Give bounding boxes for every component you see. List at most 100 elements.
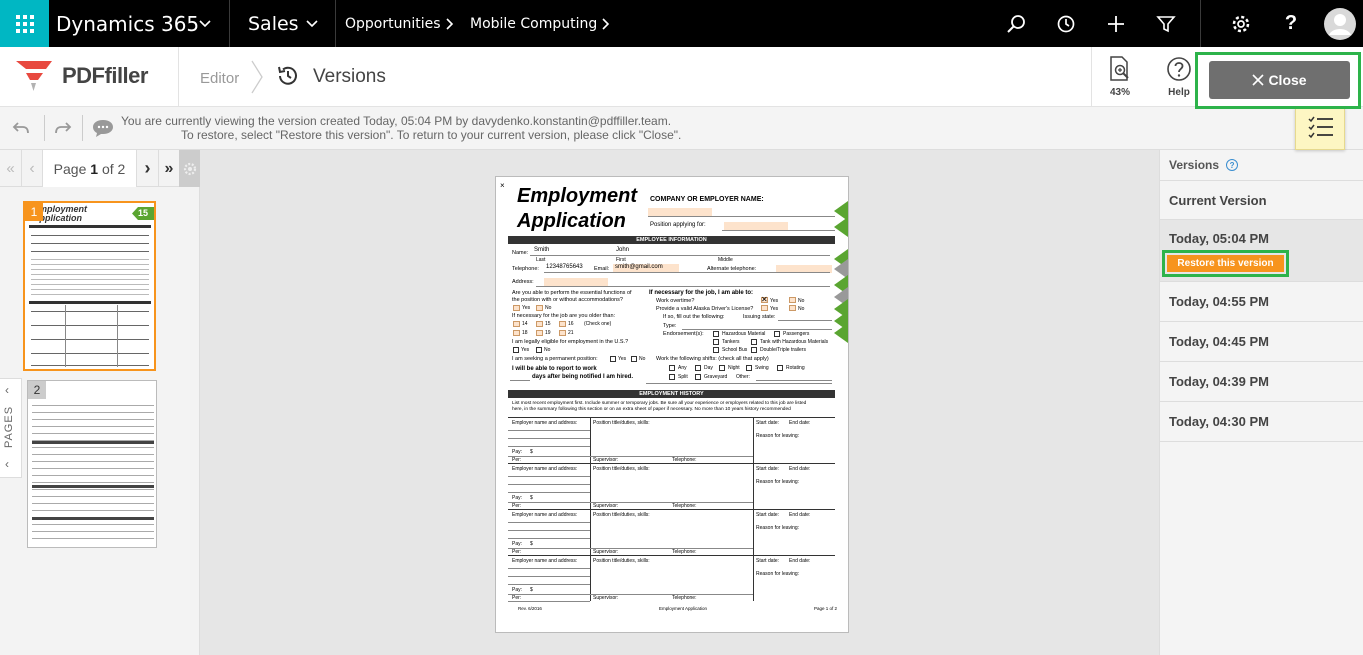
q-legal: I am legally eligible for employment in … xyxy=(512,339,629,345)
thumbnail-fields-badge: 15 xyxy=(132,207,154,220)
start-date-label: Start date: xyxy=(756,512,780,518)
able-yes-checkbox[interactable] xyxy=(513,305,520,311)
version-item[interactable]: Today, 04:55 PM xyxy=(1160,282,1363,322)
endorse-checkbox[interactable] xyxy=(751,339,757,345)
editor-link[interactable]: Editor xyxy=(200,70,239,87)
telephone-value[interactable]: 12348765643 xyxy=(546,264,583,270)
version-message-bar: You are currently viewing the version cr… xyxy=(0,107,1363,150)
shift-checkbox[interactable] xyxy=(695,365,701,371)
module-chevron-down-icon[interactable] xyxy=(288,0,336,47)
reason-label: Reason for leaving: xyxy=(756,525,800,531)
shift-checkbox[interactable] xyxy=(719,365,725,371)
legal-no-checkbox[interactable] xyxy=(536,347,542,353)
dynamics-top-bar: Dynamics 365 Sales Opportunities Mobile … xyxy=(0,0,1363,47)
legal-yes-checkbox[interactable] xyxy=(513,347,519,353)
version-item-selected[interactable]: Today, 05:04 PM Restore this version xyxy=(1160,220,1363,282)
breadcrumb-chevron-right-icon[interactable] xyxy=(586,0,626,47)
doc-close-icon[interactable]: × xyxy=(500,181,505,190)
shift-checkbox[interactable] xyxy=(669,365,675,371)
shifts-question: Work the following shifts: (check all th… xyxy=(656,356,769,362)
report-1: I will be able to report to work xyxy=(512,366,597,372)
shift-checkbox[interactable] xyxy=(695,374,701,380)
endorse-checkbox[interactable] xyxy=(713,339,719,345)
employer-label: Employer name and address: xyxy=(512,420,578,426)
versions-info-icon[interactable]: ? xyxy=(1226,159,1239,171)
age-checkbox[interactable] xyxy=(536,321,543,327)
last-label: Last xyxy=(536,257,546,263)
overtime-no-checkbox[interactable] xyxy=(789,297,796,303)
shift-checkbox[interactable] xyxy=(746,365,752,371)
position-field[interactable] xyxy=(724,222,788,230)
endorse-checkbox[interactable] xyxy=(774,331,780,337)
restore-version-button[interactable]: Restore this version xyxy=(1167,255,1284,272)
avatar[interactable] xyxy=(1316,0,1363,47)
endorse-checkbox[interactable] xyxy=(713,331,719,337)
perm-no-checkbox[interactable] xyxy=(631,356,637,362)
plus-icon[interactable] xyxy=(1092,0,1140,47)
app-chevron-down-icon[interactable] xyxy=(181,0,229,47)
shift-checkbox[interactable] xyxy=(669,374,675,380)
breadcrumb-opportunities[interactable]: Opportunities xyxy=(345,0,441,47)
version-item[interactable]: Today, 04:39 PM xyxy=(1160,362,1363,402)
undo-icon[interactable] xyxy=(12,120,30,136)
address-field[interactable] xyxy=(544,278,608,286)
license-no-checkbox[interactable] xyxy=(789,305,796,311)
app-launcher-button[interactable] xyxy=(0,0,49,47)
endorse-label: Endorsement(s): xyxy=(663,331,704,337)
last-name-value[interactable]: Smith xyxy=(534,247,549,253)
checklist-button[interactable] xyxy=(1295,108,1345,150)
footer-right: Page 1 of 2 xyxy=(814,606,838,611)
zoom-button[interactable]: 43% xyxy=(1098,56,1142,100)
close-highlight: Close xyxy=(1195,52,1361,109)
endorse-passengers: Passengers xyxy=(783,331,810,337)
age-checkbox[interactable] xyxy=(513,321,520,327)
help-button[interactable]: Help xyxy=(1158,56,1200,100)
company-field[interactable] xyxy=(648,208,712,216)
age-checkbox[interactable] xyxy=(513,330,520,336)
filter-icon[interactable] xyxy=(1142,0,1190,47)
version-item-current[interactable]: Current Version xyxy=(1160,181,1363,220)
next-page-icon[interactable]: › xyxy=(137,150,158,187)
age-checkbox[interactable] xyxy=(559,330,566,336)
page-indicator[interactable]: Page 1 of 2 xyxy=(42,150,137,187)
prev-page-icon[interactable]: ‹ xyxy=(21,150,42,187)
age-16: 16 xyxy=(568,321,574,327)
first-name-value[interactable]: John xyxy=(616,247,629,253)
redo-icon[interactable] xyxy=(54,120,72,136)
recent-history-icon[interactable] xyxy=(1042,0,1090,47)
versions-panel: Versions ? Current Version Today, 05:04 … xyxy=(1159,150,1363,655)
first-page-icon[interactable]: « xyxy=(0,150,21,187)
able-no-checkbox[interactable] xyxy=(536,305,543,311)
first-label: First xyxy=(616,257,626,263)
shift-graveyard: Graveyard xyxy=(704,374,728,380)
app-name[interactable]: Dynamics 365 xyxy=(56,0,199,47)
employer-label: Employer name and address: xyxy=(512,512,578,518)
search-icon[interactable] xyxy=(992,0,1040,47)
pdffiller-logo: PDFfiller xyxy=(16,61,148,91)
pages-side-tab[interactable]: ‹ PAGES ‹ xyxy=(0,378,22,478)
age-15: 15 xyxy=(545,321,551,327)
pager-settings-icon[interactable] xyxy=(179,150,200,187)
close-button[interactable]: Close xyxy=(1209,61,1350,99)
version-message-line1: You are currently viewing the version cr… xyxy=(121,114,672,128)
position-duties-label: Position title/duties, skills: xyxy=(593,512,650,518)
license-yes-checkbox[interactable] xyxy=(761,305,768,311)
version-item[interactable]: Today, 04:45 PM xyxy=(1160,322,1363,362)
shift-checkbox[interactable] xyxy=(777,365,783,371)
breadcrumb-mobile-computing[interactable]: Mobile Computing xyxy=(470,0,597,47)
q-able-2: the position with or without accommodati… xyxy=(512,297,623,303)
page-thumbnail-1[interactable]: 1 15 Employment Application xyxy=(23,201,156,371)
gear-icon[interactable] xyxy=(1217,0,1265,47)
endorse-checkbox[interactable] xyxy=(751,347,757,353)
if-necessary: If necessary for the job, I am able to: xyxy=(649,290,754,296)
age-checkbox[interactable] xyxy=(559,321,566,327)
breadcrumb-chevron-right-icon xyxy=(430,0,470,47)
endorse-checkbox[interactable] xyxy=(713,347,719,353)
start-date-label: Start date: xyxy=(756,466,780,472)
last-page-icon[interactable]: » xyxy=(158,150,179,187)
age-checkbox[interactable] xyxy=(536,330,543,336)
page-thumbnail-2[interactable]: 2 xyxy=(27,380,157,548)
perm-yes-checkbox[interactable] xyxy=(610,356,616,362)
version-item[interactable]: Today, 04:30 PM xyxy=(1160,402,1363,442)
help-question-icon[interactable]: ? xyxy=(1267,0,1315,47)
